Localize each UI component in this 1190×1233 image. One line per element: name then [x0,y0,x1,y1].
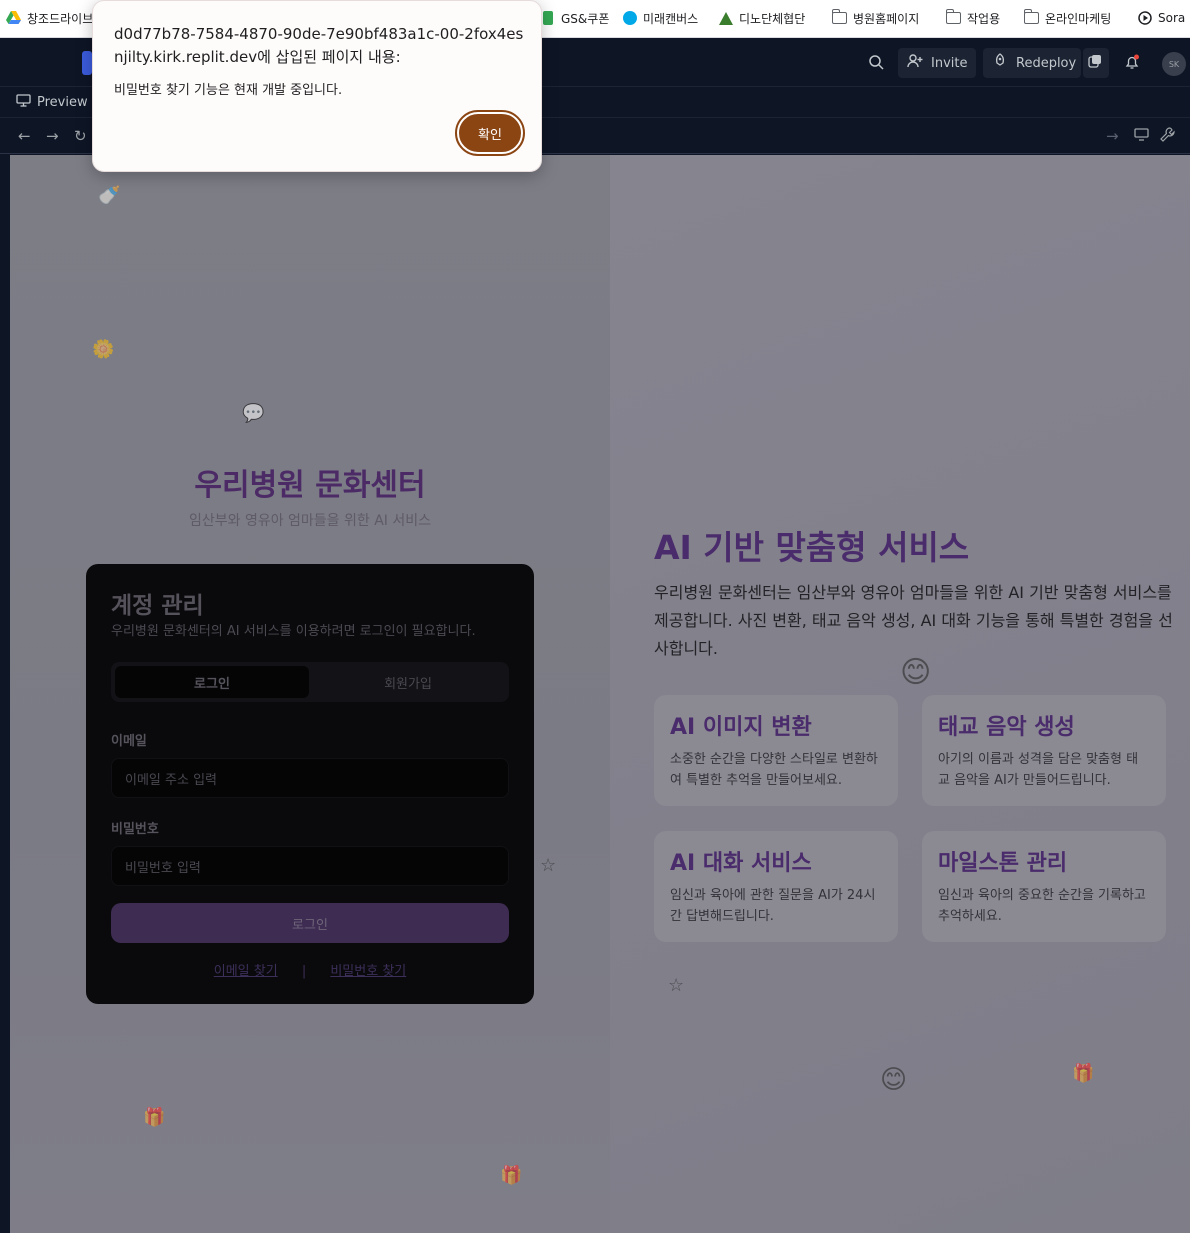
forward-arrow-icon[interactable]: → [46,127,59,145]
feature-card-milestone[interactable]: 마일스톤 관리 임신과 육아의 중요한 순간을 기록하고 추억하세요. [922,831,1166,942]
account-card: 계정 관리 우리병원 문화센터의 AI 서비스를 이용하려면 로그인이 필요합니… [86,564,534,1004]
avatar-initials: SK [1168,59,1180,69]
open-url-arrow-icon[interactable]: → [1106,127,1119,145]
deploy-icon [992,53,1008,73]
bookmark-label: GS&쿠폰 [561,11,610,26]
reload-icon[interactable]: ↻ [74,127,87,145]
find-email-link[interactable]: 이메일 찾기 [214,964,278,979]
card-description: 우리병원 문화센터의 AI 서비스를 이용하려면 로그인이 필요합니다. [111,624,476,639]
redeploy-button[interactable]: Redeploy [983,48,1081,78]
login-button[interactable]: 로그인 [111,903,509,943]
bookmark-mirae-canvas[interactable]: 미래캔버스 [622,0,698,36]
folder-icon [945,9,961,26]
bookmark-sora[interactable]: Sora [1137,0,1185,36]
tab-signup[interactable]: 회원가입 [311,666,505,698]
feature-title: 태교 음악 생성 [938,715,1075,740]
bookmark-folder-hospital[interactable]: 병원홈페이지 [831,0,920,36]
email-field[interactable]: 이메일 주소 입력 [111,758,509,798]
back-arrow-icon[interactable]: ← [18,127,31,145]
find-password-link[interactable]: 비밀번호 찾기 [330,964,406,979]
bookmark-label: 창조드라이브 [27,11,94,26]
play-circle-icon [1137,11,1152,26]
search-icon[interactable] [868,54,884,74]
gift-icon: 🎁 [143,1107,166,1128]
invite-label: Invite [931,55,968,71]
link-separator: | [301,964,307,979]
feature-title: 마일스톤 관리 [938,851,1068,876]
feature-card-image[interactable]: AI 이미지 변환 소중한 순간을 다양한 스타일로 변환하여 특별한 추억을 … [654,695,898,806]
feature-title: AI 이미지 변환 [670,715,812,740]
wrench-icon[interactable] [1160,127,1175,146]
folder-icon [831,9,847,26]
dialog-message: 비밀번호 찾기 기능은 현재 개발 중입니다. [114,83,343,98]
bookmark-label: 온라인마케팅 [1045,11,1112,26]
bookmark-label: 미래캔버스 [643,11,699,26]
services-title: AI 기반 맞춤형 서비스 [654,528,970,567]
feature-card-chat[interactable]: AI 대화 서비스 임신과 육아에 관한 질문을 AI가 24시간 답변해드립니… [654,831,898,942]
bookmark-label: 작업용 [967,11,1001,26]
bookmark-label: 병원홈페이지 [853,11,920,26]
auth-tabs: 로그인 회원가입 [111,662,509,702]
folder-icon [1023,9,1039,26]
bookmark-label: Sora [1158,11,1186,25]
login-panel: 🍼 🌼 💬 ☆ 🎁 🎁 우리병원 문화센터 임산부와 영유아 엄마들을 위한 A… [10,155,610,1233]
bookmark-dino[interactable]: 디노단체협단 [718,0,805,36]
services-panel: 😊 😊 🎁 ☆ AI 기반 맞춤형 서비스 우리병원 문화센터는 임산부와 영유… [610,155,1190,1233]
redeploy-label: Redeploy [1016,55,1077,71]
monitor-icon [16,94,31,111]
dino-icon [718,11,733,26]
brand-title: 우리병원 문화센터 [194,468,426,503]
smile-icon-2: 😊 [880,1065,908,1095]
bottle-icon: 🍼 [98,185,121,206]
card-title: 계정 관리 [111,593,204,619]
account-links: 이메일 찾기 | 비밀번호 찾기 [86,960,534,979]
feature-desc: 임신과 육아에 관한 질문을 AI가 24시간 답변해드립니다. [670,888,876,924]
dialog-title: d0d77b78-7584-4870-90de-7e90bf483a1c-00-… [114,25,524,66]
invite-button[interactable]: Invite [898,48,977,78]
feature-desc: 소중한 순간을 다양한 스타일로 변환하여 특별한 추억을 만들어보세요. [670,752,878,788]
flower-icon: 🌼 [92,339,115,360]
devices-icon[interactable] [1134,127,1149,145]
bookmark-gs-coupon[interactable]: GS&쿠폰 [540,0,609,36]
feature-desc: 임신과 육아의 중요한 순간을 기록하고 추억하세요. [938,888,1146,924]
bookmark-folder-work[interactable]: 작업용 [945,0,1001,36]
gift-icon-2: 🎁 [500,1165,523,1186]
bell-icon[interactable] [1124,54,1140,74]
bookmark-drive[interactable]: 창조드라이브 [6,0,93,36]
email-label: 이메일 [111,734,147,749]
deploy-status-button[interactable] [1083,48,1109,78]
star-icon-2: ☆ [668,975,685,996]
avatar[interactable]: SK [1162,52,1186,76]
gift-icon-3: 🎁 [1072,1063,1095,1084]
workspace-icon[interactable] [82,51,92,75]
drive-icon [6,11,21,26]
feature-title: AI 대화 서비스 [670,851,812,876]
tab-login[interactable]: 로그인 [115,666,309,698]
alert-dialog: d0d77b78-7584-4870-90de-7e90bf483a1c-00-… [92,0,542,172]
feature-desc: 아기의 이름과 성격을 담은 맞춤형 태교 음악을 AI가 만들어드립니다. [938,752,1139,788]
preview-page: 🍼 🌼 💬 ☆ 🎁 🎁 우리병원 문화센터 임산부와 영유아 엄마들을 위한 A… [10,155,1190,1233]
password-field[interactable]: 비밀번호 입력 [111,846,509,886]
preview-label: Preview [37,95,88,110]
password-label: 비밀번호 [111,822,159,837]
chat-bubble-icon: 💬 [242,403,265,424]
bookmark-label: 디노단체협단 [739,11,806,26]
copy-icon [1088,54,1102,72]
star-icon: ☆ [540,855,557,876]
add-user-icon [907,54,923,72]
gs-icon [540,11,555,26]
canvas-icon [622,11,637,26]
ok-button[interactable]: 확인 [455,110,525,156]
bookmark-folder-marketing[interactable]: 온라인마케팅 [1023,0,1112,36]
brand-subtitle: 임산부와 영유아 엄마들을 위한 AI 서비스 [188,513,432,529]
feature-card-music[interactable]: 태교 음악 생성 아기의 이름과 성격을 담은 맞춤형 태교 음악을 AI가 만… [922,695,1166,806]
services-description: 우리병원 문화센터는 임산부와 영유아 엄마들을 위한 AI 기반 맞춤형 서비… [654,583,1173,658]
tab-preview[interactable]: Preview [16,94,88,111]
